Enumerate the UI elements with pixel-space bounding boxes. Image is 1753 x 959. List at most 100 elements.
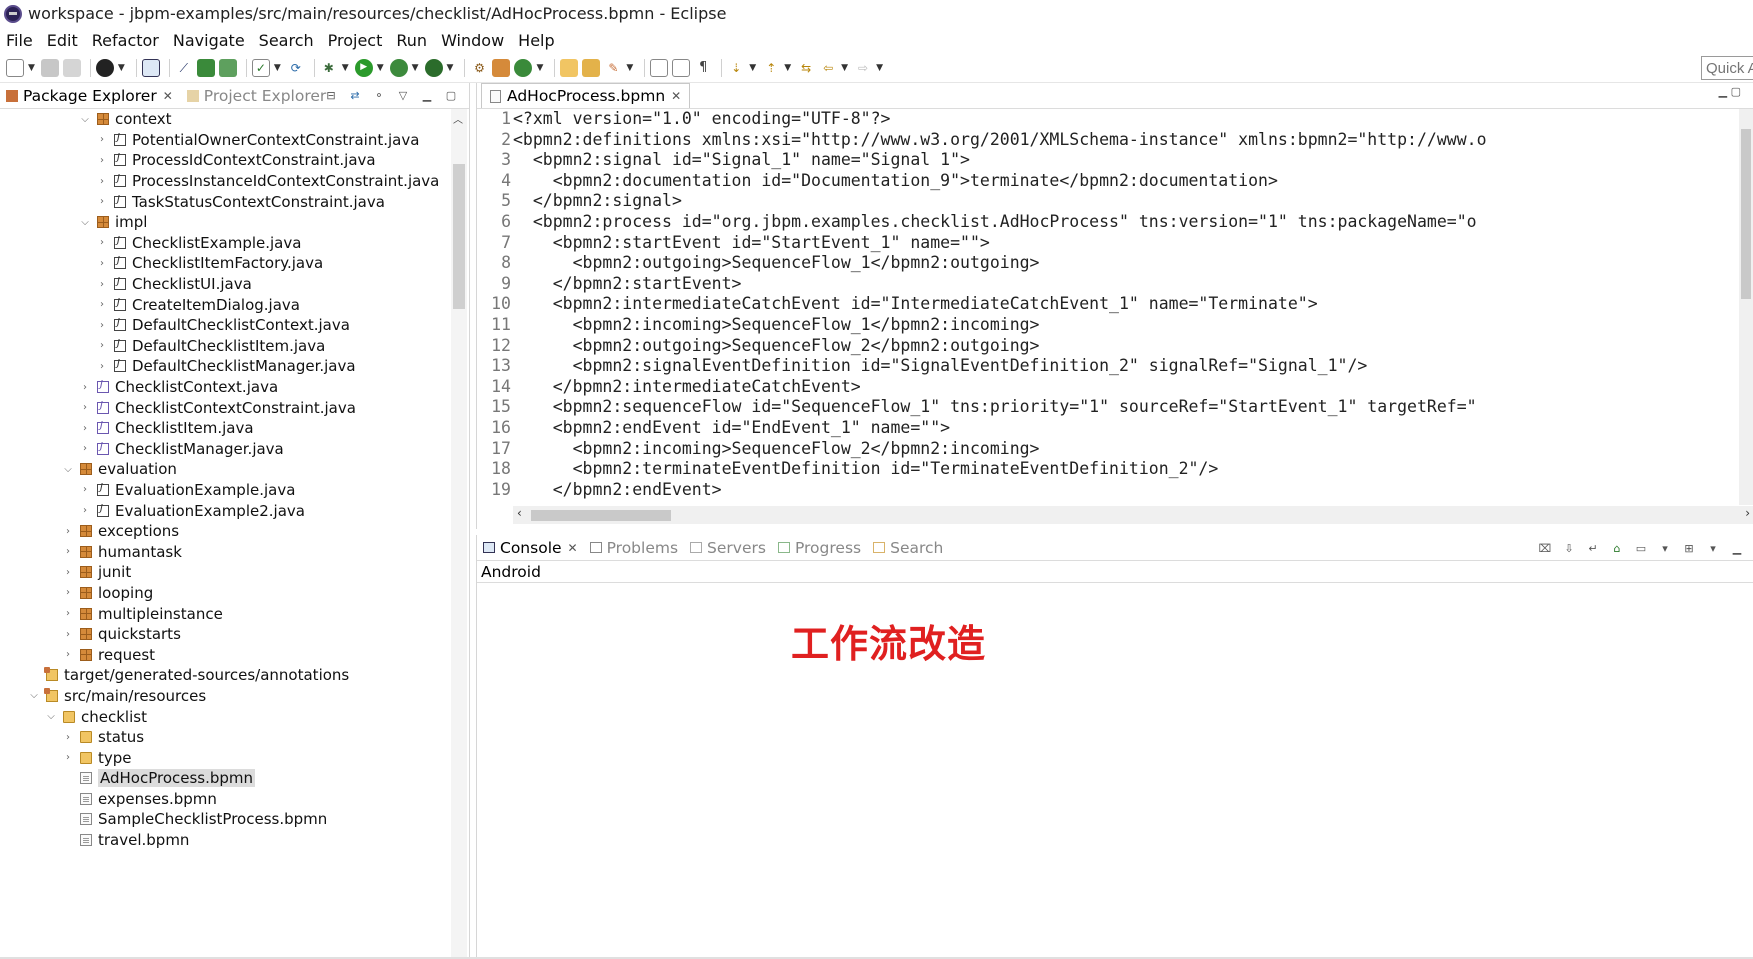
code-line[interactable]: 10 <bpmn2:intermediateCatchEvent id="Int… xyxy=(477,294,1753,315)
chevron-right-icon[interactable]: › xyxy=(96,279,108,290)
scrollbar-thumb[interactable] xyxy=(1741,129,1751,299)
tree-item[interactable]: ⌵ checklist xyxy=(0,706,450,727)
tree-item[interactable]: › DefaultChecklistManager.java xyxy=(0,356,450,377)
display-console-icon[interactable]: ▭ xyxy=(1633,540,1649,556)
run-external-icon[interactable] xyxy=(389,58,408,77)
chevron-down-icon[interactable]: ▾ xyxy=(1705,540,1721,556)
tab-servers[interactable]: Servers xyxy=(690,539,766,557)
tree-item[interactable]: › ProcessIdContextConstraint.java xyxy=(0,150,450,171)
chevron-right-icon[interactable]: › xyxy=(79,484,91,495)
menu-window[interactable]: Window xyxy=(441,31,504,50)
tree-item[interactable]: › ChecklistManager.java xyxy=(0,439,450,460)
chevron-right-icon[interactable]: › xyxy=(62,629,74,640)
tree-item[interactable]: › ChecklistItem.java xyxy=(0,418,450,439)
code-line[interactable]: 15 <bpmn2:sequenceFlow id="SequenceFlow_… xyxy=(477,397,1753,418)
code-line[interactable]: 18 <bpmn2:terminateEventDefinition id="T… xyxy=(477,459,1753,480)
chevron-down-icon[interactable]: ▼ xyxy=(118,63,125,73)
tab-console[interactable]: Console ✕ xyxy=(483,539,578,557)
check-icon[interactable]: ✓ xyxy=(251,58,270,77)
chevron-down-icon[interactable]: ⌵ xyxy=(79,114,91,125)
chevron-down-icon[interactable]: ▼ xyxy=(536,63,543,73)
external-tools-icon[interactable] xyxy=(424,58,443,77)
open-type-icon[interactable] xyxy=(560,58,579,77)
code-line[interactable]: 6 <bpmn2:process id="org.jbpm.examples.c… xyxy=(477,212,1753,233)
code-line[interactable]: 9 </bpmn2:startEvent> xyxy=(477,274,1753,295)
focus-icon[interactable]: ⚬ xyxy=(371,87,387,103)
code-line[interactable]: 14 </bpmn2:intermediateCatchEvent> xyxy=(477,377,1753,398)
tab-search[interactable]: Search xyxy=(873,539,943,557)
tree-item[interactable]: › status xyxy=(0,727,450,748)
scrollbar-thumb[interactable] xyxy=(531,510,671,521)
tree-item[interactable]: › ProcessInstanceIdContextConstraint.java xyxy=(0,171,450,192)
new-icon[interactable] xyxy=(6,58,24,77)
toggle-mark-icon[interactable] xyxy=(650,58,669,77)
next-annotation-icon[interactable]: ⇣ xyxy=(727,59,745,77)
chevron-right-icon[interactable]: › xyxy=(79,505,91,516)
chevron-down-icon[interactable]: ⌵ xyxy=(79,217,91,228)
editor-vertical-scrollbar[interactable] xyxy=(1739,109,1753,505)
chevron-down-icon[interactable]: ▼ xyxy=(876,63,883,73)
bug-icon[interactable]: ✱ xyxy=(320,59,338,77)
tree-item[interactable]: › humantask xyxy=(0,541,450,562)
tree-item[interactable]: › exceptions xyxy=(0,521,450,542)
chevron-down-icon[interactable]: ▼ xyxy=(841,63,848,73)
close-icon[interactable]: ✕ xyxy=(671,89,681,103)
view-menu-icon[interactable]: ▽ xyxy=(395,87,411,103)
tree-item[interactable]: ⌵ src/main/resources xyxy=(0,686,450,707)
code-line[interactable]: 16 <bpmn2:endEvent id="EndEvent_1" name=… xyxy=(477,418,1753,439)
menu-run[interactable]: Run xyxy=(396,31,427,50)
chevron-right-icon[interactable]: › xyxy=(96,196,108,207)
menu-search[interactable]: Search xyxy=(259,31,314,50)
tree-item[interactable]: › multipleinstance xyxy=(0,603,450,624)
quick-access-input[interactable] xyxy=(1701,56,1753,80)
menu-refactor[interactable]: Refactor xyxy=(92,31,159,50)
save-all-icon[interactable] xyxy=(62,58,81,77)
tree-item[interactable]: ⌵ evaluation xyxy=(0,459,450,480)
chevron-right-icon[interactable]: › xyxy=(96,340,108,351)
chevron-right-icon[interactable]: › xyxy=(62,732,74,743)
link-with-editor-icon[interactable]: ⇄ xyxy=(347,87,363,103)
chevron-up-icon[interactable]: ︿ xyxy=(453,111,463,126)
tree-item[interactable]: SampleChecklistProcess.bpmn xyxy=(0,809,450,830)
last-edit-icon[interactable]: ⇆ xyxy=(797,59,815,77)
clear-console-icon[interactable]: ⌧ xyxy=(1537,540,1553,556)
tree-item[interactable]: › junit xyxy=(0,562,450,583)
code-line[interactable]: 19 </bpmn2:endEvent> xyxy=(477,480,1753,501)
tree-item[interactable]: AdHocProcess.bpmn xyxy=(0,768,450,789)
terminal-icon[interactable] xyxy=(141,58,160,77)
tree-item[interactable]: › DefaultChecklistItem.java xyxy=(0,336,450,357)
android-avd-icon[interactable] xyxy=(218,58,237,77)
tree-item[interactable]: › ChecklistExample.java xyxy=(0,233,450,254)
tree-item[interactable]: ⌵ impl xyxy=(0,212,450,233)
chevron-down-icon[interactable]: ▾ xyxy=(1657,540,1673,556)
new-java-project-icon[interactable]: ⚙ xyxy=(470,59,488,77)
chevron-right-icon[interactable]: › xyxy=(62,526,74,537)
chevron-right-icon[interactable]: › xyxy=(79,423,91,434)
tab-progress[interactable]: Progress xyxy=(777,539,861,557)
scroll-lock-icon[interactable]: ⇩ xyxy=(1561,540,1577,556)
tab-package-explorer[interactable]: Package Explorer ✕ xyxy=(6,87,173,105)
tree-item[interactable]: › request xyxy=(0,644,450,665)
chevron-right-icon[interactable]: › xyxy=(96,176,108,187)
new-class-icon[interactable] xyxy=(514,58,533,77)
tree-item[interactable]: › EvaluationExample2.java xyxy=(0,500,450,521)
chevron-right-icon[interactable]: › xyxy=(62,752,74,763)
pin-console-icon[interactable]: ⌂ xyxy=(1609,540,1625,556)
search-icon[interactable]: ✎ xyxy=(604,59,622,77)
tree-item[interactable]: › EvaluationExample.java xyxy=(0,480,450,501)
tree-item[interactable]: › ChecklistContext.java xyxy=(0,377,450,398)
tab-problems[interactable]: Problems xyxy=(589,539,678,557)
chevron-right-icon[interactable]: › xyxy=(96,237,108,248)
chevron-down-icon[interactable]: ▼ xyxy=(784,63,791,73)
code-line[interactable]: 17 <bpmn2:incoming>SequenceFlow_2</bpmn2… xyxy=(477,439,1753,460)
chevron-right-icon[interactable]: › xyxy=(62,608,74,619)
menu-edit[interactable]: Edit xyxy=(47,31,78,50)
tab-adhocprocess-bpmn[interactable]: AdHocProcess.bpmn ✕ xyxy=(481,83,691,108)
menu-navigate[interactable]: Navigate xyxy=(173,31,245,50)
chevron-down-icon[interactable]: ⌵ xyxy=(45,711,57,722)
previous-annotation-icon[interactable]: ⇡ xyxy=(762,59,780,77)
tree-item[interactable]: › ChecklistItemFactory.java xyxy=(0,253,450,274)
menu-project[interactable]: Project xyxy=(328,31,383,50)
open-resource-icon[interactable] xyxy=(582,58,601,77)
chevron-right-icon[interactable]: › xyxy=(79,382,91,393)
